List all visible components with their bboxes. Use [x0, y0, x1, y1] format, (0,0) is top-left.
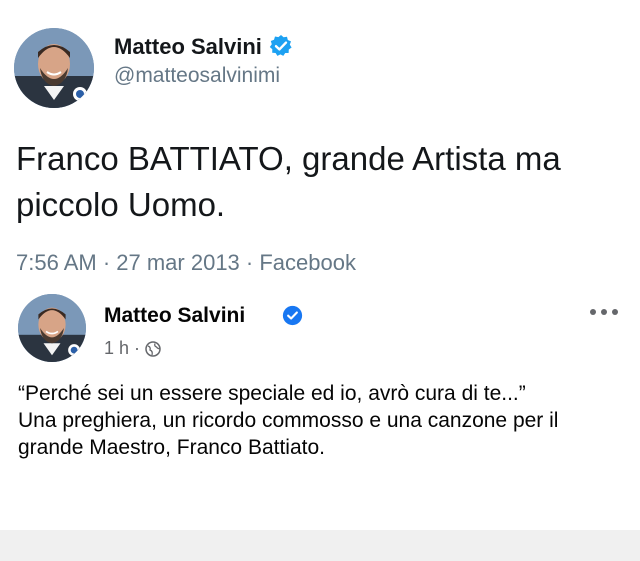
post-time[interactable]: 1 h: [104, 338, 129, 359]
separator-dot: ·: [134, 338, 141, 358]
tweet-avatar[interactable]: [14, 28, 94, 108]
screenshot-card: Matteo Salvini @matteosalvinimi Franco B…: [0, 0, 640, 530]
facebook-post: Matteo Salvini 1 h · “Perché sei un esse…: [0, 290, 640, 530]
bottom-strip: [0, 530, 640, 561]
post-text: “Perché sei un essere speciale ed io, av…: [18, 380, 618, 461]
post-avatar[interactable]: [18, 294, 86, 362]
verified-badge-icon: [282, 305, 303, 326]
verified-badge-icon: [269, 35, 292, 56]
tweet-text: Franco BATTIATO, grande Artista ma picco…: [16, 140, 561, 223]
tweet-author-name[interactable]: Matteo Salvini: [114, 34, 262, 60]
post-text-body: Una preghiera, un ricordo commosso e una…: [18, 409, 559, 459]
tweet: Matteo Salvini @matteosalvinimi Franco B…: [0, 0, 640, 290]
post-timestamp-row: 1 h ·: [104, 338, 161, 359]
globe-icon[interactable]: [145, 340, 161, 357]
tweet-handle[interactable]: @matteosalvinimi: [114, 64, 280, 88]
tweet-timestamp[interactable]: 7:56 AM · 27 mar 2013 · Facebook: [16, 250, 356, 276]
more-options-icon[interactable]: [588, 304, 620, 320]
post-text-quote: “Perché sei un essere speciale ed io, av…: [18, 382, 526, 405]
post-author-name[interactable]: Matteo Salvini: [104, 304, 245, 328]
